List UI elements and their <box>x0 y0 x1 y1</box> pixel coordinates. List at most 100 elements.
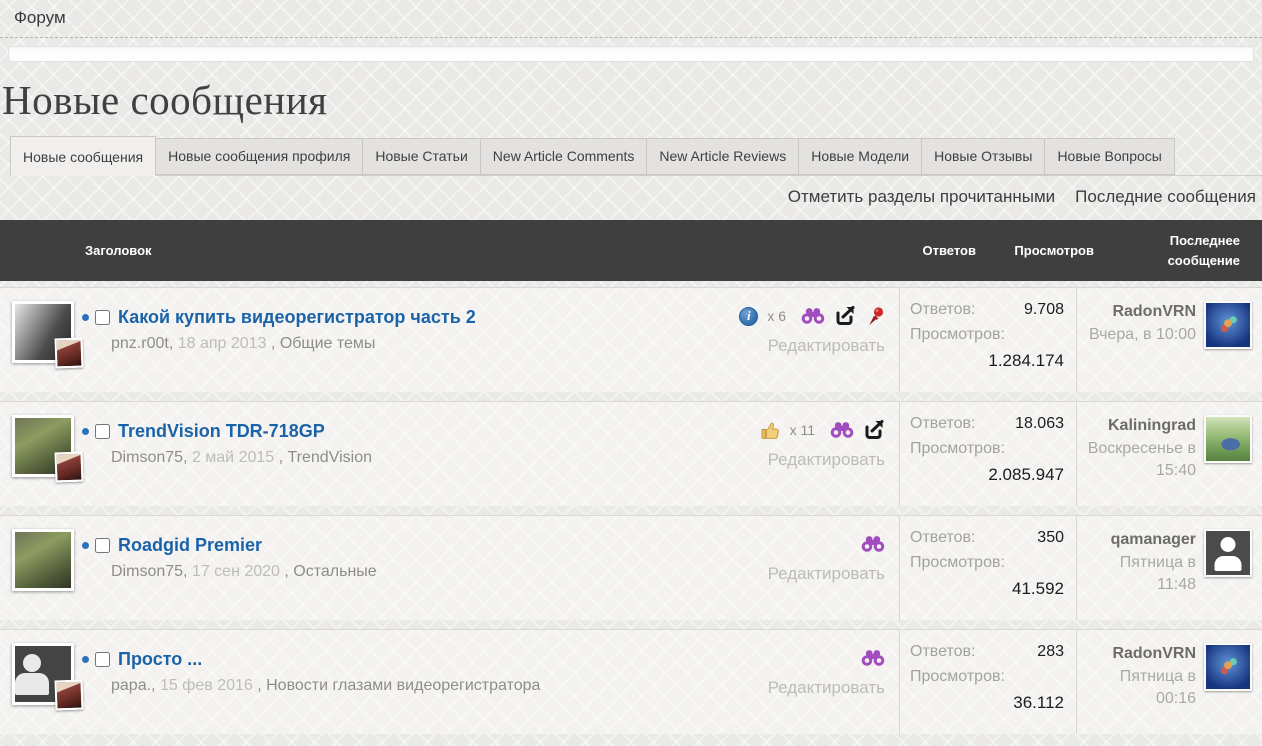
thumbs-up-icon <box>760 420 781 441</box>
column-header-views[interactable]: Просмотров <box>976 243 1094 258</box>
replies-value: 350 <box>1037 529 1064 547</box>
page-title: Новые сообщения <box>2 76 1262 124</box>
breadcrumb[interactable]: Форум <box>0 0 1262 38</box>
views-label: Просмотров: <box>910 440 1064 458</box>
tab-5[interactable]: Новые Модели <box>799 138 922 175</box>
last-message-date[interactable]: Вчера, в 10:00 <box>1089 324 1196 346</box>
thread-icons-column: Редактировать <box>699 516 899 620</box>
badge-count: x 11 <box>790 422 815 438</box>
replies-label: Ответов: <box>910 301 975 319</box>
thumbnail-overlay-avatar <box>54 338 83 369</box>
last-message-date[interactable]: Пятница в 11:48 <box>1083 552 1196 595</box>
thread-title-link[interactable]: Roadgid Premier <box>118 535 262 556</box>
replies-value: 283 <box>1037 643 1064 661</box>
thread-title-link[interactable]: Просто ... <box>118 649 202 670</box>
unread-dot-icon <box>82 314 89 321</box>
last-message-date[interactable]: Воскресенье в 15:40 <box>1083 438 1196 481</box>
badge-count: x 6 <box>767 308 786 324</box>
tab-0[interactable]: Новые сообщения <box>10 136 156 176</box>
thread-meta: Dimson75, 2 май 2015 , TrendVision <box>111 449 699 467</box>
thread-main: Какой купить видеорегистратор часть 2 pn… <box>82 288 699 392</box>
table-row: TrendVision TDR-718GP Dimson75, 2 май 20… <box>0 401 1262 506</box>
mark-forums-read-link[interactable]: Отметить разделы прочитанными <box>788 187 1055 207</box>
top-strip-bar <box>8 46 1254 62</box>
thread-thumbnail[interactable] <box>12 301 74 363</box>
thread-checkbox[interactable] <box>95 538 110 553</box>
column-header-last-message[interactable]: Последнее сообщение <box>1094 231 1262 270</box>
thread-author[interactable]: papa., <box>111 677 155 694</box>
binoculars-icon[interactable] <box>830 421 854 439</box>
thread-author[interactable]: Dimson75, <box>111 563 187 580</box>
last-message-avatar[interactable] <box>1204 643 1252 691</box>
binoculars-icon[interactable] <box>861 649 885 667</box>
last-message-cell: RadonVRN Пятница в 00:16 <box>1077 630 1262 734</box>
column-header-title[interactable]: Заголовок <box>0 243 886 258</box>
latest-posts-link[interactable]: Последние сообщения <box>1075 187 1256 207</box>
thread-checkbox[interactable] <box>95 424 110 439</box>
thread-stats: Ответов: 18.063 Просмотров: 2.085.947 <box>899 402 1077 506</box>
tab-1[interactable]: Новые сообщения профиля <box>156 138 363 175</box>
tab-6[interactable]: Новые Отзывы <box>922 138 1045 175</box>
thread-list: Какой купить видеорегистратор часть 2 pn… <box>0 287 1262 734</box>
info-badge-icon: i <box>739 307 758 326</box>
thread-stats: Ответов: 350 Просмотров: 41.592 <box>899 516 1077 620</box>
column-header-replies[interactable]: Ответов <box>886 243 976 258</box>
thread-author[interactable]: Dimson75, <box>111 449 187 466</box>
replies-label: Ответов: <box>910 529 975 547</box>
share-icon[interactable] <box>834 305 856 327</box>
last-message-date[interactable]: Пятница в 00:16 <box>1083 666 1196 709</box>
edit-link[interactable]: Редактировать <box>699 336 885 356</box>
thread-date: 2 май 2015 <box>192 449 274 466</box>
pin-icon[interactable] <box>865 306 885 327</box>
last-message-user[interactable]: Kaliningrad <box>1083 417 1196 435</box>
edit-link[interactable]: Редактировать <box>699 678 885 698</box>
thread-stats: Ответов: 9.708 Просмотров: 1.284.174 <box>899 288 1077 392</box>
tab-4[interactable]: New Article Reviews <box>647 138 799 175</box>
tab-2[interactable]: Новые Статьи <box>363 138 480 175</box>
last-message-cell: qamanager Пятница в 11:48 <box>1077 516 1262 620</box>
thread-meta: Dimson75, 17 сен 2020 , Остальные <box>111 563 699 581</box>
last-message-cell: Kaliningrad Воскресенье в 15:40 <box>1077 402 1262 506</box>
thread-checkbox[interactable] <box>95 652 110 667</box>
thread-author[interactable]: pnz.r00t, <box>111 335 173 352</box>
last-message-user[interactable]: qamanager <box>1083 531 1196 549</box>
thumbnail-overlay-avatar <box>54 452 83 483</box>
breadcrumb-forum-link[interactable]: Форум <box>14 8 66 27</box>
edit-link[interactable]: Редактировать <box>699 564 885 584</box>
tab-7[interactable]: Новые Вопросы <box>1045 138 1174 175</box>
thread-main: Roadgid Premier Dimson75, 17 сен 2020 , … <box>82 516 699 620</box>
last-message-user[interactable]: RadonVRN <box>1089 303 1196 321</box>
tab-3[interactable]: New Article Comments <box>481 138 648 175</box>
thread-title-link[interactable]: TrendVision TDR-718GP <box>118 421 325 442</box>
last-message-user[interactable]: RadonVRN <box>1083 645 1196 663</box>
last-message-avatar[interactable] <box>1204 301 1252 349</box>
thread-main: TrendVision TDR-718GP Dimson75, 2 май 20… <box>82 402 699 506</box>
binoculars-icon[interactable] <box>801 307 825 325</box>
thread-checkbox[interactable] <box>95 310 110 325</box>
edit-link[interactable]: Редактировать <box>699 450 885 470</box>
table-row: Какой купить видеорегистратор часть 2 pn… <box>0 287 1262 392</box>
thread-thumbnail[interactable] <box>12 643 74 705</box>
thread-thumbnail[interactable] <box>12 415 74 477</box>
thread-category[interactable]: , TrendVision <box>279 449 372 466</box>
table-header: Заголовок Ответов Просмотров Последнее с… <box>0 220 1262 281</box>
views-value: 2.085.947 <box>910 465 1064 485</box>
quick-links: Отметить разделы прочитанными Последние … <box>0 176 1262 217</box>
thread-category[interactable]: , Общие темы <box>271 335 376 352</box>
views-value: 1.284.174 <box>910 351 1064 371</box>
thumbnail-overlay-avatar <box>54 680 83 711</box>
replies-label: Ответов: <box>910 415 975 433</box>
table-row: Просто ... papa., 15 фев 2016 , Новости … <box>0 629 1262 734</box>
thread-category[interactable]: , Остальные <box>284 563 376 580</box>
thread-title-link[interactable]: Какой купить видеорегистратор часть 2 <box>118 307 476 328</box>
thread-date: 15 фев 2016 <box>160 677 253 694</box>
thread-thumbnail[interactable] <box>12 529 74 591</box>
replies-label: Ответов: <box>910 643 975 661</box>
share-icon[interactable] <box>863 419 885 441</box>
thread-icons-column: Редактировать <box>699 630 899 734</box>
thread-category[interactable]: , Новости глазами видеорегистратора <box>257 677 540 694</box>
last-message-avatar[interactable] <box>1204 415 1252 463</box>
last-message-avatar[interactable] <box>1204 529 1252 577</box>
binoculars-icon[interactable] <box>861 535 885 553</box>
replies-value: 9.708 <box>1024 301 1064 319</box>
